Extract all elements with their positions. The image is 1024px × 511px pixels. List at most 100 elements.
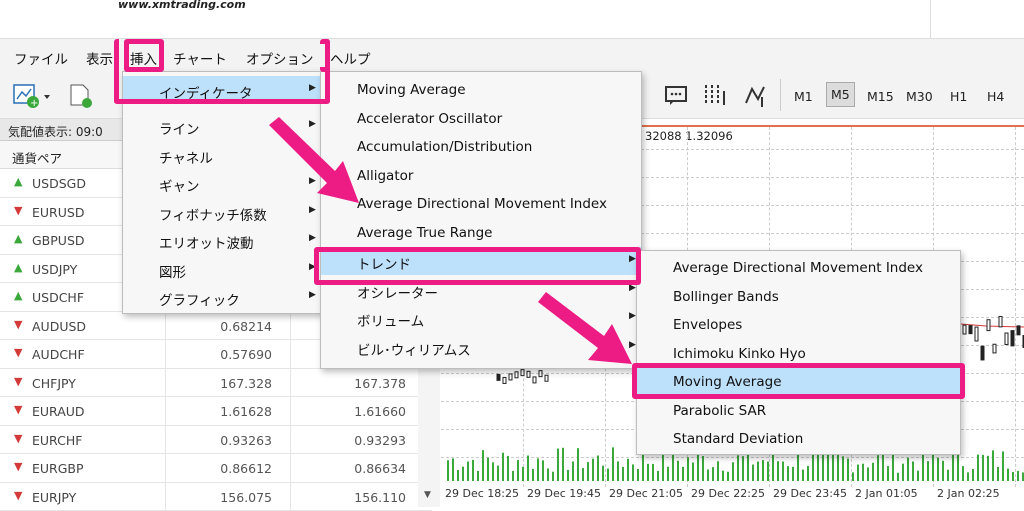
timeframe-m30[interactable]: M30 [906, 89, 933, 104]
candle [521, 370, 524, 376]
arrow-up-icon: ▲ [14, 232, 22, 245]
volume-bar [717, 461, 719, 481]
scrollbar[interactable]: ▼ [418, 369, 440, 507]
volume-bar [967, 472, 969, 481]
menu-item[interactable]: エリオット波動▶ [123, 226, 321, 254]
menu-item[interactable]: Parabolic SAR [637, 397, 960, 425]
menu-file[interactable]: ファイル [14, 48, 68, 68]
arrow-down-icon: ▼ [14, 432, 22, 445]
volume-bar [937, 458, 939, 481]
volume-bar [732, 462, 734, 481]
table-row[interactable]: ▼EURCHF0.932630.93293 [0, 426, 432, 455]
table-row[interactable]: ▼EURGBP0.866120.86634 [0, 454, 432, 483]
menu-item-label: Average Directional Movement Index [357, 196, 607, 212]
table-row[interactable]: ▼CHFJPY167.328167.378 [0, 369, 432, 398]
menu-help[interactable]: ヘルプ [330, 48, 371, 68]
menu-item-label: 図形 [159, 261, 186, 281]
volume-bar [527, 456, 529, 481]
arrow-up-icon: ▲ [14, 175, 22, 188]
menu-item-label: Parabolic SAR [673, 403, 766, 419]
site-url: www.xmtrading.com [118, 0, 246, 11]
volume-bar [927, 461, 929, 481]
volume-bar [487, 458, 489, 481]
period-separator-icon[interactable] [702, 83, 730, 109]
volume-bar [652, 464, 654, 481]
menu-item-label: Standard Deviation [673, 431, 803, 447]
x-tick-label: 29 Dec 18:25 [445, 487, 519, 500]
volume-bar [947, 470, 949, 481]
arrow-down-icon: ▼ [14, 489, 22, 502]
ask-price: 167.378 [354, 376, 406, 391]
submenu-arrow-icon: ▶ [309, 290, 316, 300]
table-row[interactable]: ▼EURAUD1.616281.61660 [0, 397, 432, 426]
volume-bar [877, 455, 879, 481]
annotation-moving-average [632, 363, 965, 399]
volume-bar [512, 471, 514, 481]
timeframe-h1[interactable]: H1 [950, 89, 967, 104]
menu-item[interactable]: Envelopes [637, 311, 960, 339]
volume-bar [902, 464, 904, 481]
indicator-icon[interactable] [742, 83, 770, 109]
volume-bar [522, 467, 524, 481]
timeframe-m15[interactable]: M15 [867, 89, 894, 104]
x-tick-label: 29 Dec 19:45 [527, 487, 601, 500]
bid-price: 0.68214 [220, 319, 272, 334]
volume-bar [777, 461, 779, 481]
candle [527, 371, 530, 377]
volume-bar [772, 451, 774, 481]
volume-bar [647, 464, 649, 481]
arrow-down-icon: ▼ [14, 318, 22, 331]
volume-bar [907, 458, 909, 481]
menu-item-label: Accelerator Oscillator [357, 111, 502, 127]
arrow-up-icon: ▲ [14, 289, 22, 302]
candle [1017, 326, 1020, 335]
x-tick-label: 29 Dec 23:45 [773, 487, 847, 500]
volume-bar [667, 467, 669, 481]
volume-bar [622, 467, 624, 481]
bid-price: 0.93263 [220, 433, 272, 448]
top-strip: www.xmtrading.com [0, 0, 1024, 38]
menu-view[interactable]: 表示 [86, 48, 113, 68]
volume-bar [802, 470, 804, 481]
scroll-down-icon[interactable]: ▼ [424, 490, 431, 500]
volume-bar [572, 461, 574, 481]
new-chart-icon[interactable]: + [12, 83, 52, 109]
volume-bar [502, 453, 504, 481]
candle [975, 327, 978, 341]
volume-bar [1012, 472, 1014, 481]
volume-bar [857, 465, 859, 481]
volume-bar [632, 464, 634, 481]
timeframe-m1[interactable]: M1 [794, 89, 813, 104]
volume-bar [972, 469, 974, 481]
timeframe-m5[interactable]: M5 [826, 82, 855, 107]
menu-item[interactable]: グラフィック▶ [123, 283, 321, 311]
menu-item[interactable]: 図形▶ [123, 255, 321, 283]
bid-price: 156.075 [220, 490, 272, 505]
arrow-down-icon: ▼ [14, 375, 22, 388]
menu-item[interactable]: Average True Range [321, 219, 641, 247]
volume-bar [497, 466, 499, 481]
menu-item[interactable]: Moving Average [321, 76, 641, 104]
x-tick-label: 2 Jan 01:05 [855, 487, 918, 500]
volume-bar [587, 462, 589, 481]
candle [515, 372, 518, 378]
volume-bar [452, 458, 454, 481]
ask-price: 0.86634 [354, 461, 406, 476]
menu-item-label: エリオット波動 [159, 232, 254, 252]
volume-bar [847, 459, 849, 481]
menu-item[interactable]: Average Directional Movement Index [637, 254, 960, 282]
menu-item[interactable]: Bollinger Bands [637, 283, 960, 311]
menu-item-label: Average Directional Movement Index [673, 260, 923, 276]
menu-item-label: フィボナッチ係数 [159, 204, 267, 224]
volume-bar [577, 448, 579, 481]
volume-bar [542, 460, 544, 481]
menu-item-label: Moving Average [357, 82, 466, 98]
comment-icon[interactable] [664, 85, 690, 107]
volume-bar [1007, 469, 1009, 481]
volume-bar [1017, 471, 1019, 481]
volume-bar [537, 458, 539, 481]
menu-item[interactable]: Standard Deviation [637, 425, 960, 453]
volume-bar [842, 456, 844, 481]
timeframe-h4[interactable]: H4 [987, 89, 1004, 104]
new-profile-icon[interactable] [68, 83, 96, 109]
